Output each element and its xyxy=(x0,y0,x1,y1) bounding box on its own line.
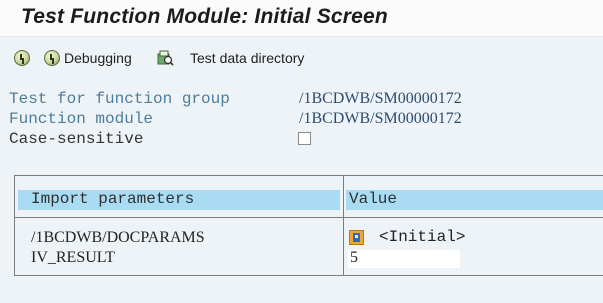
execute-button[interactable] xyxy=(14,47,30,69)
param-value-docparams[interactable]: <Initial> xyxy=(379,228,465,246)
page-title: Test Function Module: Initial Screen xyxy=(21,5,388,28)
param-name-iv-result: IV_RESULT xyxy=(31,249,115,266)
execute-icon xyxy=(14,50,30,66)
case-sensitive-checkbox[interactable] xyxy=(298,132,311,145)
field-row-case-sensitive: Case-sensitive xyxy=(0,130,603,150)
case-sensitive-label: Case-sensitive xyxy=(9,130,144,148)
toolbar: Debugging Test data directory xyxy=(0,37,603,80)
debugging-label: Debugging xyxy=(64,50,132,66)
debugging-button[interactable]: Debugging xyxy=(44,47,132,69)
field-row-function-group: Test for function group /1BCDWB/SM000001… xyxy=(0,90,603,110)
column-header-label: Import parameters xyxy=(31,190,195,208)
import-parameters-table: Import parameters Value /1BCDWB/DOCPARAM… xyxy=(14,175,603,276)
debug-icon xyxy=(44,50,60,66)
function-module-value: /1BCDWB/SM00000172 xyxy=(299,110,462,127)
structure-icon[interactable] xyxy=(349,230,364,245)
function-group-label: Test for function group xyxy=(9,90,230,108)
test-data-directory-icon xyxy=(156,49,174,67)
column-header-label: Value xyxy=(349,190,398,208)
test-data-directory-button[interactable]: Test data directory xyxy=(156,47,304,69)
test-data-directory-label: Test data directory xyxy=(190,50,305,66)
param-name-docparams: /1BCDWB/DOCPARAMS xyxy=(31,229,205,246)
iv-result-input[interactable]: 5 xyxy=(348,249,460,268)
field-row-function-module: Function module /1BCDWB/SM00000172 xyxy=(0,110,603,130)
function-module-label: Function module xyxy=(9,110,154,128)
function-group-value: /1BCDWB/SM00000172 xyxy=(299,90,462,107)
iv-result-value: 5 xyxy=(350,249,358,266)
column-header-import-parameters: Import parameters xyxy=(18,190,340,210)
title-bar: Test Function Module: Initial Screen xyxy=(0,0,603,37)
column-header-value: Value xyxy=(346,190,603,210)
